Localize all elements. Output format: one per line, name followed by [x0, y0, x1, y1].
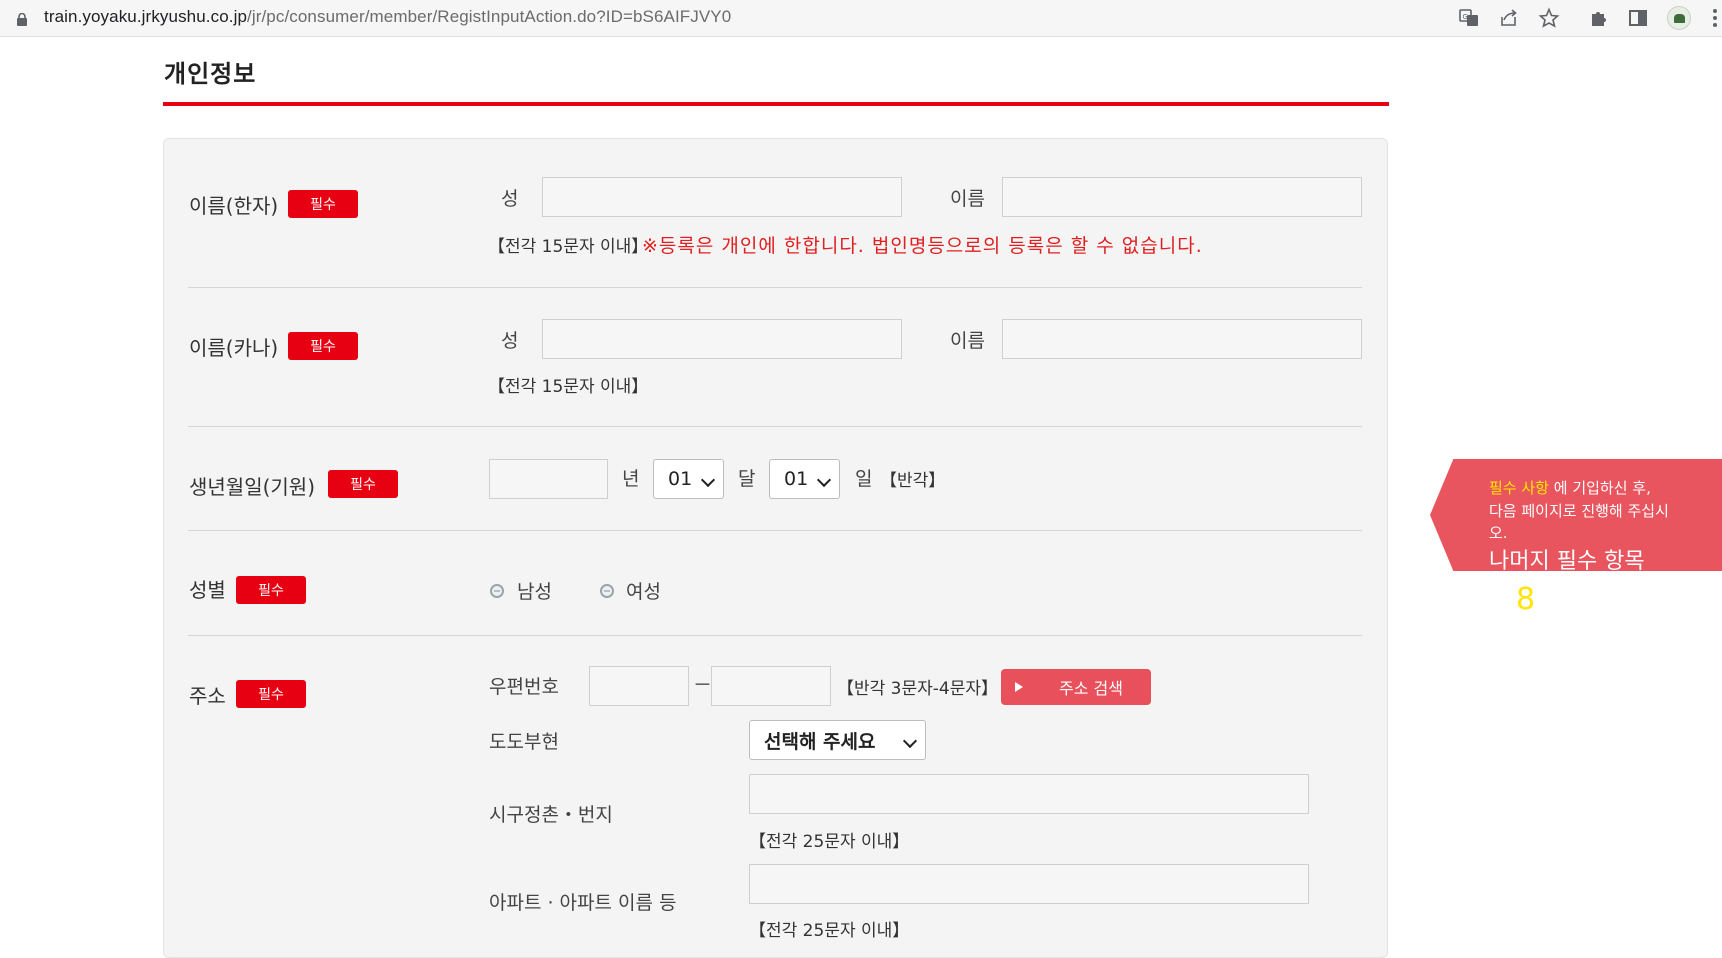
tooltip-line-1: 필수 사항 에 기입하신 후, [1489, 477, 1651, 498]
kanji-surname-label: 성 [501, 188, 519, 210]
birth-month-select[interactable]: 01 [653, 459, 724, 499]
kanji-surname-input[interactable] [542, 177, 902, 217]
city-length-note: 【전각 25문자 이내】 [749, 832, 910, 852]
postal-code-label: 우편번호 [489, 676, 559, 698]
kanji-given-label: 이름 [950, 188, 985, 210]
share-icon[interactable] [1498, 7, 1520, 29]
city-address-input[interactable] [749, 774, 1309, 814]
postal-length-note: 【반각 3문자-4문자】 [837, 679, 999, 699]
postal-separator: － [693, 674, 713, 696]
required-badge: 필수 [236, 680, 306, 708]
birthdate-label: 생년월일(기원) [189, 475, 316, 499]
year-unit-label: 년 [622, 468, 640, 490]
required-badge: 필수 [328, 470, 398, 498]
url-host: train.yoyaku.jrkyushu.co.jp [44, 7, 248, 26]
kana-surname-label: 성 [501, 330, 519, 352]
profile-avatar[interactable] [1667, 6, 1691, 30]
gender-male-radio[interactable] [490, 584, 504, 598]
required-badge: 필수 [288, 190, 358, 218]
kana-length-note: 【전각 15문자 이내】 [488, 377, 649, 397]
remaining-required-label: 나머지 필수 항목 [1489, 549, 1645, 574]
side-panel-icon[interactable] [1627, 7, 1649, 29]
city-label: 시구정촌・번지 [489, 804, 613, 826]
birth-day-value: 01 [784, 468, 809, 490]
prefecture-label: 도도부현 [489, 731, 559, 753]
individual-only-warning: ※등록은 개인에 한합니다. 법인명등으로의 등록은 할 수 없습니다. [642, 235, 1203, 257]
gender-male-label[interactable]: 남성 [517, 577, 552, 604]
tooltip-line-3: 오. [1489, 524, 1508, 542]
kanji-length-note: 【전각 15문자 이내】 [488, 237, 649, 257]
browser-address-bar: train.yoyaku.jrkyushu.co.jp/jr/pc/consum… [0, 0, 1722, 37]
row-divider [188, 426, 1362, 427]
play-triangle-icon [1015, 682, 1023, 692]
row-divider [188, 530, 1362, 531]
menu-kebab-icon[interactable] [1712, 9, 1718, 27]
prefecture-value: 선택해 주세요 [764, 730, 876, 753]
birth-day-select[interactable]: 01 [769, 459, 840, 499]
kanji-given-input[interactable] [1002, 177, 1362, 217]
tooltip-line-1-rest: 에 기입하신 후, [1553, 479, 1651, 497]
tooltip-highlight: 필수 사항 [1489, 479, 1549, 497]
prefecture-select[interactable]: 선택해 주세요 [749, 720, 926, 760]
apartment-label: 아파트 · 아파트 이름 등 [489, 892, 677, 914]
birth-month-value: 01 [668, 468, 693, 490]
address-search-button-label: 주소 검색 [1059, 679, 1123, 698]
gender-female-label[interactable]: 여성 [626, 577, 661, 604]
remaining-required-count: 8 [1516, 582, 1536, 617]
apartment-length-note: 【전각 25문자 이내】 [749, 921, 910, 941]
chevron-down-icon [816, 472, 832, 488]
day-unit-label: 일 [855, 468, 873, 490]
row-divider [188, 287, 1362, 288]
postal-code-first-input[interactable] [589, 666, 689, 706]
url-text[interactable]: train.yoyaku.jrkyushu.co.jp/jr/pc/consum… [44, 7, 731, 27]
name-kana-label: 이름(카나) [189, 336, 279, 360]
birth-year-input[interactable] [489, 459, 608, 499]
apartment-input[interactable] [749, 864, 1309, 904]
required-badge: 필수 [236, 576, 306, 604]
chevron-down-icon [902, 733, 918, 749]
address-label: 주소 [189, 684, 226, 708]
month-unit-label: 달 [738, 468, 756, 490]
page-title: 개인정보 [164, 60, 257, 88]
gender-label: 성별 [189, 578, 226, 602]
gender-female-radio[interactable] [600, 584, 614, 598]
url-path: /jr/pc/consumer/member/RegistInputAction… [247, 7, 732, 26]
tooltip-line-2: 다음 페이지로 진행해 주십시 [1489, 502, 1669, 520]
postal-code-second-input[interactable] [711, 666, 831, 706]
title-underline [163, 102, 1389, 106]
name-kanji-label: 이름(한자) [189, 194, 279, 218]
address-search-button[interactable]: 주소 검색 [1001, 669, 1151, 705]
lock-icon[interactable] [16, 11, 28, 26]
svg-text:G: G [1463, 13, 1468, 21]
extensions-puzzle-icon[interactable] [1588, 7, 1610, 29]
bookmark-star-icon[interactable] [1538, 7, 1560, 29]
row-divider [188, 635, 1362, 636]
required-badge: 필수 [288, 332, 358, 360]
kana-surname-input[interactable] [542, 319, 902, 359]
translate-icon[interactable]: G [1458, 7, 1480, 29]
halfwidth-note: 【반각】 [880, 471, 946, 491]
kana-given-input[interactable] [1002, 319, 1362, 359]
kana-given-label: 이름 [950, 330, 985, 352]
chevron-down-icon [700, 472, 716, 488]
